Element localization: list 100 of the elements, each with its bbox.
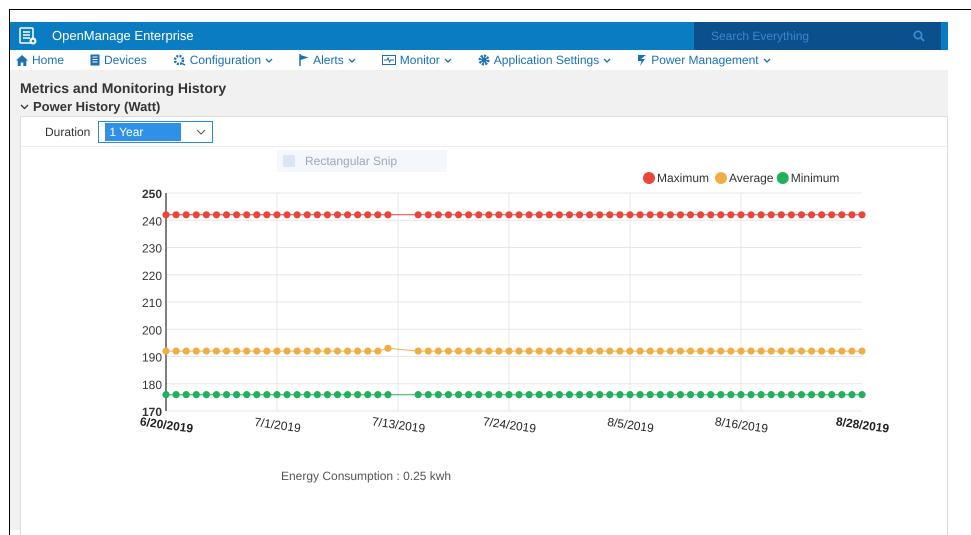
data-point	[444, 211, 452, 218]
data-point	[717, 391, 724, 398]
data-point	[294, 391, 301, 398]
axis-label: 180	[142, 378, 162, 392]
data-point	[212, 347, 220, 355]
data-point	[374, 391, 382, 398]
data-point	[737, 347, 745, 355]
data-point	[737, 391, 745, 398]
data-point	[454, 391, 462, 398]
data-point	[737, 211, 745, 218]
axis-label: 7/1/2019	[253, 414, 302, 436]
data-point	[243, 347, 250, 355]
data-point	[768, 211, 775, 218]
data-point	[546, 211, 553, 218]
energy-consumption: Energy Consumption : 0.25 kwh	[281, 468, 452, 485]
data-point	[616, 347, 624, 355]
data-point	[384, 344, 392, 352]
data-point	[707, 391, 714, 398]
data-point	[202, 347, 210, 355]
data-point	[253, 391, 260, 398]
axis-label: 240	[142, 214, 162, 228]
data-point	[384, 391, 392, 398]
data-point	[646, 211, 654, 218]
data-point	[454, 347, 462, 355]
data-point	[354, 391, 362, 398]
data-point	[162, 391, 170, 398]
data-point	[202, 391, 210, 398]
data-point	[294, 347, 301, 355]
axis-label: 190	[142, 350, 162, 364]
data-point	[798, 211, 806, 218]
legend-label: Maximum	[657, 171, 710, 185]
data-point	[233, 391, 240, 398]
data-point	[304, 391, 311, 398]
app-title: OpenManage Enterprise	[52, 27, 194, 46]
data-point	[747, 391, 755, 398]
data-point	[434, 211, 442, 218]
data-point	[626, 347, 634, 355]
data-point	[606, 211, 614, 218]
data-point	[818, 211, 826, 218]
data-point	[838, 347, 846, 355]
data-point	[212, 391, 220, 398]
data-point	[364, 347, 372, 355]
document-icon	[90, 54, 100, 66]
nav-link[interactable]: Home	[16, 51, 64, 69]
nav-link[interactable]: Monitor	[382, 51, 452, 69]
snip-label: Rectangular Snip	[305, 153, 398, 170]
nav-link[interactable]: Application Settings	[478, 51, 612, 69]
section-toggle[interactable]: Power History (Watt)	[20, 98, 160, 116]
search-icon[interactable]	[913, 30, 925, 42]
data-point	[182, 211, 190, 218]
data-point	[798, 391, 806, 398]
data-point	[334, 347, 342, 355]
data-point	[192, 391, 200, 398]
data-point	[556, 211, 563, 218]
flag-icon	[299, 54, 310, 66]
data-point	[646, 347, 654, 355]
data-point	[162, 211, 170, 218]
data-point	[334, 391, 342, 398]
data-point	[434, 391, 442, 398]
nav-link[interactable]: Alerts	[299, 51, 356, 69]
data-point	[324, 347, 331, 355]
data-point	[243, 211, 250, 218]
data-point	[626, 211, 634, 218]
data-point	[747, 347, 755, 355]
nav-link[interactable]: Devices	[90, 51, 147, 69]
duration-select[interactable]: 1 Year	[98, 120, 214, 142]
legend-label: Minimum	[790, 171, 840, 185]
data-point	[717, 347, 724, 355]
data-point	[222, 391, 230, 398]
data-point	[273, 391, 281, 398]
data-point	[758, 211, 765, 218]
data-point	[808, 391, 816, 398]
data-point	[475, 211, 482, 218]
data-point	[697, 211, 704, 218]
data-point	[344, 347, 352, 355]
page-title: Metrics and Monitoring History	[20, 79, 228, 98]
data-point	[758, 347, 765, 355]
data-point	[596, 347, 604, 355]
axis-label: 220	[142, 268, 162, 283]
legend-label: Average	[729, 171, 774, 185]
data-point	[727, 347, 734, 355]
nav-link[interactable]: Configuration	[172, 51, 274, 69]
data-point	[222, 211, 230, 218]
axis-label: 210	[142, 296, 162, 310]
data-point	[465, 211, 472, 218]
data-point	[172, 347, 180, 355]
data-point	[182, 391, 190, 398]
data-point	[536, 347, 543, 355]
search-field[interactable]: Search Everything	[694, 22, 941, 50]
data-point	[656, 391, 664, 398]
data-point	[182, 347, 190, 355]
data-point	[526, 211, 533, 218]
data-point	[212, 211, 220, 218]
data-point	[858, 347, 866, 355]
nav-link[interactable]: Power Management	[637, 51, 771, 69]
data-point	[556, 391, 563, 398]
data-point	[747, 211, 755, 218]
axis-label: 8/28/2019	[835, 414, 890, 436]
duration-label: Duration	[45, 124, 90, 140]
data-point	[495, 211, 502, 218]
